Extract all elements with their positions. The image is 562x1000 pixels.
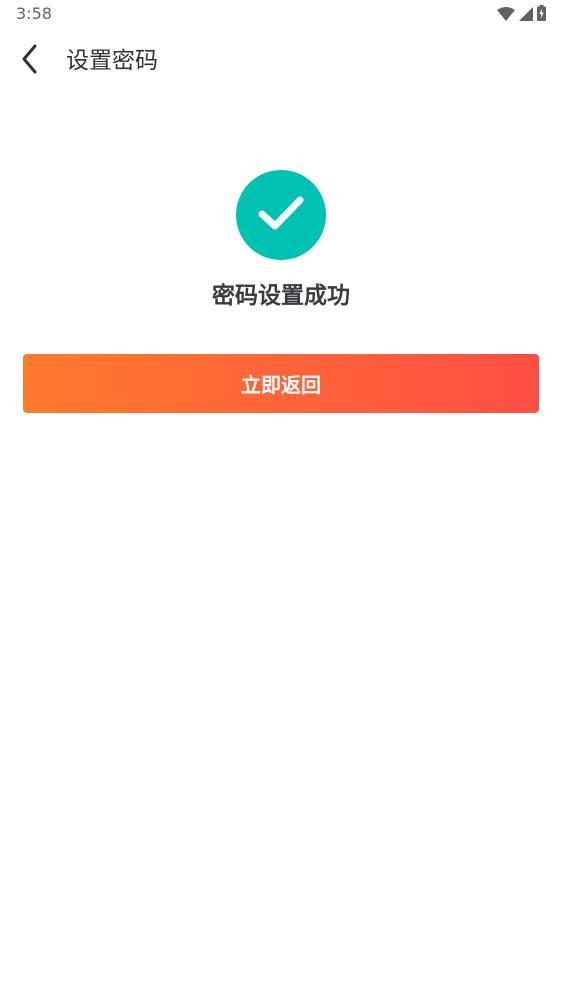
chevron-left-icon xyxy=(20,44,40,78)
return-button[interactable]: 立即返回 xyxy=(23,354,539,413)
status-bar: 3:58 xyxy=(0,0,562,28)
app-bar: 设置密码 xyxy=(0,32,562,90)
back-button[interactable] xyxy=(14,44,46,78)
success-message: 密码设置成功 xyxy=(212,283,350,309)
cellular-signal-icon xyxy=(519,6,533,25)
wifi-icon xyxy=(497,6,515,25)
success-badge xyxy=(236,170,326,260)
status-icons xyxy=(497,5,546,25)
status-time: 3:58 xyxy=(16,4,52,23)
page-title: 设置密码 xyxy=(66,48,158,74)
checkmark-icon xyxy=(257,193,305,237)
battery-charging-icon xyxy=(537,5,546,25)
